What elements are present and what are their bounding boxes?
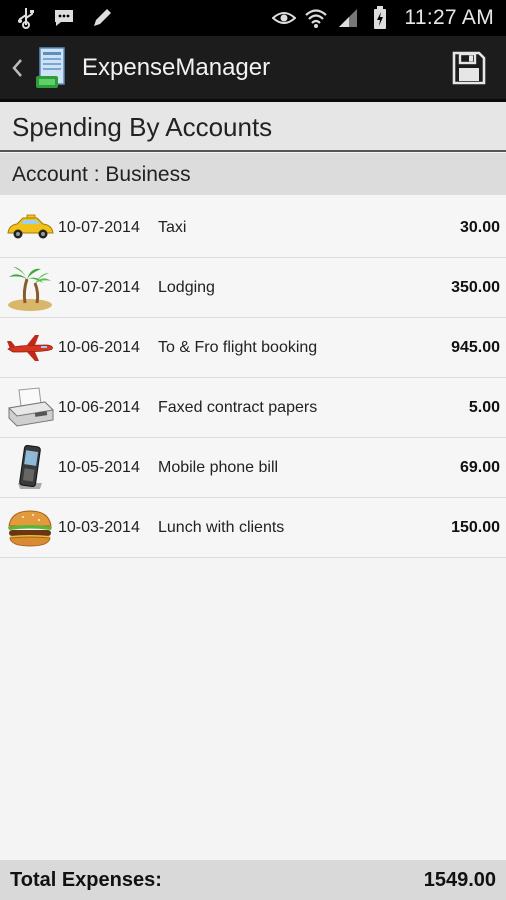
expense-row[interactable]: 10-06-2014 Faxed contract papers 5.00 [0, 378, 506, 438]
expense-description: Lodging [158, 278, 215, 296]
expense-date: 10-06-2014 [58, 338, 140, 356]
clock-time: 11:27 AM [404, 6, 494, 29]
expense-row[interactable]: 10-07-2014 Taxi 30.00 [0, 198, 506, 258]
burger-icon [4, 504, 56, 552]
airplane-icon [4, 324, 56, 372]
expense-row[interactable]: 10-05-2014 Mobile phone bill 69.00 [0, 438, 506, 498]
expense-description: To & Fro flight booking [158, 338, 318, 356]
taxi-icon [4, 204, 56, 252]
expense-amount: 350.00 [451, 278, 500, 296]
app-logo-icon[interactable] [34, 46, 70, 90]
action-bar: ExpenseManager [0, 36, 506, 102]
eye-icon [272, 7, 297, 29]
expense-amount: 69.00 [459, 458, 500, 476]
app-title: ExpenseManager [82, 53, 271, 81]
expense-row[interactable]: 10-03-2014 Lunch with clients 150.00 [0, 498, 506, 558]
expense-amount: 30.00 [459, 218, 500, 236]
save-disk-icon[interactable] [450, 49, 488, 87]
account-label: Account : Business [0, 153, 506, 195]
expense-description: Lunch with clients [158, 518, 285, 536]
total-bar: Total Expenses: 1549.00 [0, 860, 506, 900]
expense-row[interactable]: 10-07-2014 Lodging 350.00 [0, 258, 506, 318]
expense-description: Mobile phone bill [158, 458, 279, 476]
signal-icon [336, 7, 360, 29]
expense-amount: 150.00 [451, 518, 500, 536]
total-value: 1549.00 [423, 868, 496, 891]
mobile-phone-icon [4, 444, 56, 492]
message-icon [52, 7, 76, 29]
status-bar: 11:27 AM [0, 0, 506, 36]
expense-date: 10-07-2014 [58, 278, 140, 296]
back-chevron-icon[interactable] [6, 58, 28, 78]
page-title: Spending By Accounts [0, 102, 506, 152]
fax-printer-icon [4, 384, 56, 432]
expense-date: 10-03-2014 [58, 518, 140, 536]
expense-list: 10-07-2014 Taxi 30.00 10-07-2014 Lodging… [0, 198, 506, 558]
island-palm-icon [4, 264, 56, 312]
battery-icon [368, 6, 392, 29]
expense-row[interactable]: 10-06-2014 To & Fro flight booking 945.0… [0, 318, 506, 378]
usb-icon [14, 7, 38, 29]
expense-amount: 5.00 [468, 398, 500, 416]
total-label: Total Expenses: [10, 868, 162, 891]
expense-date: 10-07-2014 [58, 218, 140, 236]
expense-date: 10-06-2014 [58, 398, 140, 416]
expense-date: 10-05-2014 [58, 458, 140, 476]
expense-description: Faxed contract papers [158, 398, 318, 416]
edit-icon [90, 7, 114, 29]
expense-amount: 945.00 [451, 338, 500, 356]
wifi-icon [304, 7, 328, 29]
expense-description: Taxi [158, 218, 187, 236]
